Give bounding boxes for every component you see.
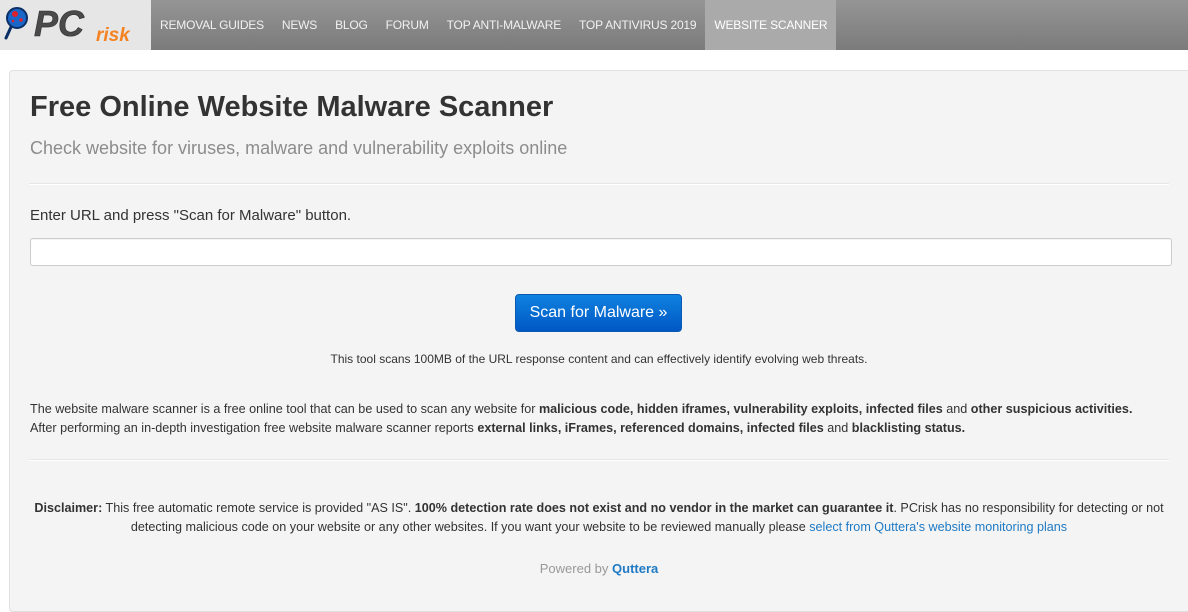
desc-bold: external links, iFrames, referenced doma… xyxy=(477,421,824,435)
desc-bold: malicious code, hidden iframes, vulnerab… xyxy=(538,402,943,416)
tool-note: This tool scans 100MB of the URL respons… xyxy=(330,352,868,366)
disclaimer-label: Disclaimer: xyxy=(34,501,103,515)
nav-top-antivirus[interactable]: TOP ANTIVIRUS 2019 xyxy=(570,0,705,50)
nav-website-scanner[interactable]: WEBSITE SCANNER xyxy=(705,0,837,50)
url-input[interactable] xyxy=(30,238,1172,266)
nav-news[interactable]: NEWS xyxy=(273,0,326,50)
scanner-description: The website malware scanner is a free on… xyxy=(30,400,1180,438)
page-title: Free Online Website Malware Scanner xyxy=(30,91,554,123)
logo-secondary: risk xyxy=(96,25,131,46)
nav-top-anti-malware[interactable]: TOP ANTI-MALWARE xyxy=(438,0,570,50)
top-navigation-bar: PC risk REMOVAL GUIDES NEWS BLOG FORUM T… xyxy=(0,0,1188,50)
powered-by: Powered by Quttera xyxy=(10,561,1188,576)
desc-text: and xyxy=(823,421,852,435)
quttera-link[interactable]: Quttera xyxy=(612,561,658,576)
scan-for-malware-button[interactable]: Scan for Malware » xyxy=(515,294,682,332)
disclaimer-text: This free automatic remote service is pr… xyxy=(102,501,415,515)
quttera-plans-link[interactable]: select from Quttera's website monitoring… xyxy=(809,520,1067,534)
desc-bold: other suspicious activities. xyxy=(970,402,1133,416)
desc-bold: blacklisting status. xyxy=(851,421,966,435)
desc-text: The website malware scanner is a free on… xyxy=(30,402,539,416)
disclaimer: Disclaimer: This free automatic remote s… xyxy=(10,499,1188,537)
nav-forum[interactable]: FORUM xyxy=(377,0,438,50)
page-subtitle: Check website for viruses, malware and v… xyxy=(30,138,568,158)
logo-primary: PC xyxy=(34,4,85,44)
disclaimer-bold: 100% detection rate does not exist and n… xyxy=(414,501,894,515)
url-prompt-label: Enter URL and press "Scan for Malware" b… xyxy=(30,207,352,224)
main-nav: REMOVAL GUIDES NEWS BLOG FORUM TOP ANTI-… xyxy=(151,0,837,50)
desc-text: and xyxy=(942,402,971,416)
nav-removal-guides[interactable]: REMOVAL GUIDES xyxy=(151,0,273,50)
powered-by-label: Powered by xyxy=(539,561,613,576)
scanner-panel: Free Online Website Malware Scanner Chec… xyxy=(9,70,1188,612)
nav-blog[interactable]: BLOG xyxy=(326,0,377,50)
divider xyxy=(29,183,1169,185)
pcrisk-logo[interactable]: PC risk xyxy=(0,0,151,50)
divider xyxy=(29,459,1169,461)
desc-text: After performing an in-depth investigati… xyxy=(30,421,478,435)
magnifier-virus-icon: PC risk xyxy=(4,4,131,46)
